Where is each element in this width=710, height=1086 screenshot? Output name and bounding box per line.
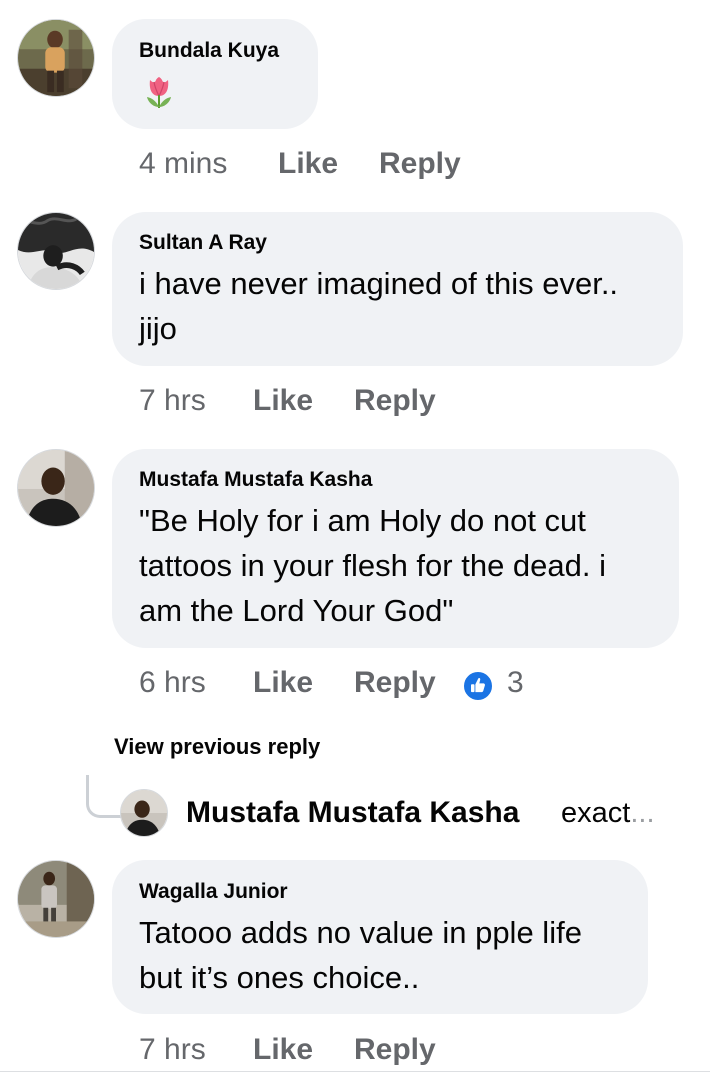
comment-text-line: tattoos in your flesh for the dead. i — [139, 548, 606, 583]
avatar-photo — [18, 213, 94, 289]
reply-link[interactable]: Reply — [354, 666, 436, 700]
comment-text-line: jijo — [139, 311, 177, 346]
reply-link[interactable]: Reply — [379, 147, 461, 181]
like-link[interactable]: Like — [253, 384, 313, 418]
avatar-reply-mustafa[interactable] — [120, 789, 168, 837]
comment-author[interactable]: Wagalla Junior — [139, 880, 288, 904]
comment-time: 4 mins — [139, 147, 228, 180]
comment-text-line: but it’s ones choice.. — [139, 960, 420, 995]
comment-text-line: Tatooo adds no value in pple life — [139, 915, 582, 950]
comment-time: 7 hrs — [139, 1033, 206, 1066]
reply-preview-text: exact — [561, 797, 631, 829]
like-link[interactable]: Like — [253, 666, 313, 700]
comment-author[interactable]: Bundala Kuya — [139, 39, 279, 63]
like-thumb-icon[interactable] — [462, 670, 494, 702]
thumb-glyph — [471, 678, 485, 693]
comment-text-line: i have never imagined of this ever.. — [139, 266, 619, 301]
comment-time: 7 hrs — [139, 384, 206, 417]
reply-link[interactable]: Reply — [354, 384, 436, 418]
avatar-photo — [18, 20, 94, 96]
view-previous-reply-link[interactable]: View previous reply — [114, 734, 320, 760]
avatar-wagalla-junior[interactable] — [17, 860, 95, 938]
avatar-mustafa-mustafa-kasha[interactable] — [17, 449, 95, 527]
reply-preview-ellipsis: ... — [630, 797, 655, 829]
comment-author[interactable]: Sultan A Ray — [139, 231, 267, 255]
comment-author[interactable]: Mustafa Mustafa Kasha — [139, 468, 372, 492]
like-link[interactable]: Like — [278, 147, 338, 181]
avatar-bundala-kuya[interactable] — [17, 19, 95, 97]
avatar-sultan-a-ray[interactable] — [17, 212, 95, 290]
reply-link[interactable]: Reply — [354, 1033, 436, 1067]
bottom-divider — [0, 1071, 710, 1086]
comment-text-line: am the Lord Your God" — [139, 593, 454, 628]
comment-text-line: "Be Holy for i am Holy do not cut — [139, 503, 586, 538]
reply-preview-author[interactable]: Mustafa Mustafa Kasha — [186, 796, 519, 830]
avatar-photo — [121, 790, 167, 836]
reaction-count[interactable]: 3 — [507, 666, 524, 700]
like-link[interactable]: Like — [253, 1033, 313, 1067]
comment-time: 6 hrs — [139, 666, 206, 699]
reply-preview-snippet[interactable]: exact... — [561, 797, 655, 830]
avatar-photo — [18, 861, 94, 937]
tulip-emoji-icon — [147, 77, 171, 108]
avatar-photo — [18, 450, 94, 526]
